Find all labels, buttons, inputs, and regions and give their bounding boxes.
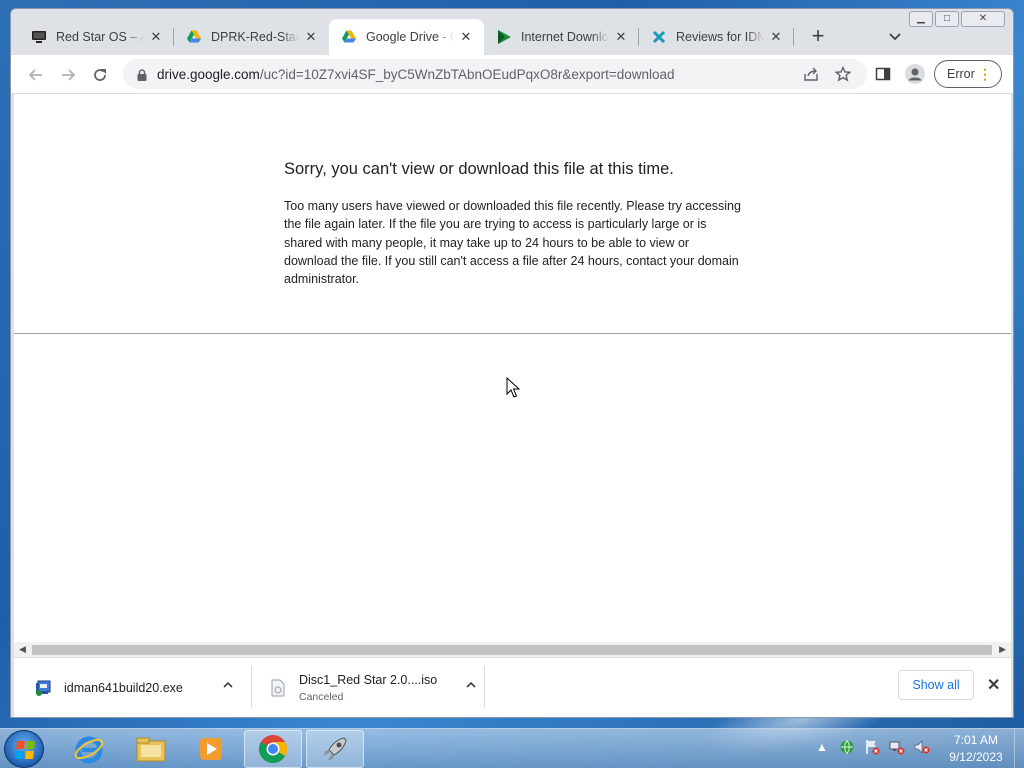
close-icon[interactable]: ✕	[303, 29, 319, 45]
download-filename: Disc1_Red Star 2.0....iso	[299, 673, 438, 687]
chrome-icon	[259, 735, 287, 763]
google-drive-icon	[186, 29, 202, 45]
minimize-button[interactable]: ▁	[909, 11, 933, 27]
scrollbar-thumb[interactable]	[32, 645, 992, 655]
tab-strip: Red Star OS – An ✕ DPRK-Red-Star.is ✕ Go…	[19, 19, 794, 55]
network-icon[interactable]	[889, 739, 905, 755]
error-label: Error	[947, 67, 975, 81]
tab-reviews-idm[interactable]: Reviews for IDM ✕	[639, 19, 794, 55]
error-menu-button[interactable]: Error ⋮	[934, 60, 1002, 88]
action-center-flag-icon[interactable]	[864, 739, 880, 755]
rocket-app-taskbar-button[interactable]	[306, 730, 364, 768]
windows-logo-icon	[15, 741, 35, 759]
show-all-button[interactable]: Show all	[898, 670, 974, 700]
share-icon[interactable]	[803, 66, 819, 82]
back-arrow-icon[interactable]	[27, 66, 45, 84]
new-tab-plus-icon[interactable]: +	[806, 25, 830, 49]
start-button[interactable]	[4, 730, 44, 768]
close-icon[interactable]: ✕	[458, 29, 474, 45]
tab-title: Red Star OS – An	[56, 30, 144, 44]
lock-icon[interactable]	[137, 68, 147, 81]
explorer-taskbar-button[interactable]	[122, 730, 180, 768]
system-tray: ▲	[814, 739, 930, 755]
show-hidden-icons-icon[interactable]: ▲	[814, 739, 830, 755]
network-globe-icon[interactable]	[839, 739, 855, 755]
mouse-cursor-icon	[506, 376, 521, 404]
browser-toolbar: drive.google.com/uc?id=10Z7xvi4SF_byC5Wn…	[11, 55, 1013, 93]
maximize-button[interactable]: □	[935, 11, 959, 27]
download-separator	[251, 666, 252, 708]
chrome-taskbar-button[interactable]	[244, 730, 302, 768]
download-item[interactable]: idman641build20.exe	[34, 664, 244, 712]
play-triangle-icon	[496, 29, 512, 45]
iso-file-icon	[269, 679, 287, 697]
folder-icon	[136, 737, 166, 762]
close-window-button[interactable]: ✕	[961, 11, 1005, 27]
internet-explorer-taskbar-button[interactable]	[60, 730, 118, 768]
download-filename: idman641build20.exe	[64, 681, 183, 695]
rocket-icon	[324, 737, 347, 760]
volume-muted-icon[interactable]	[914, 739, 930, 755]
downloads-bar: idman641build20.exe Disc1_Red Star 2.0..…	[14, 657, 1011, 717]
divider	[14, 333, 1011, 334]
tab-internet-download[interactable]: Internet Downloa ✕	[484, 19, 639, 55]
internet-explorer-icon	[74, 736, 104, 764]
close-icon[interactable]: ✕	[613, 29, 629, 45]
title-bar: Red Star OS – An ✕ DPRK-Red-Star.is ✕ Go…	[11, 9, 1013, 55]
chevron-up-icon[interactable]	[222, 679, 234, 694]
window-controls: ▁ □ ✕	[909, 11, 1005, 27]
url-host: drive.google.com	[157, 66, 260, 82]
horizontal-scrollbar[interactable]: ◀ ▶	[14, 642, 1011, 658]
error-message: Sorry, you can't view or download this f…	[284, 160, 744, 288]
profile-avatar-icon[interactable]	[905, 64, 925, 84]
tab-title: Google Drive - Q	[366, 30, 454, 44]
side-panel-icon[interactable]	[875, 66, 891, 82]
scroll-left-arrow-icon[interactable]: ◀	[19, 644, 26, 655]
chrome-window: Red Star OS – An ✕ DPRK-Red-Star.is ✕ Go…	[10, 8, 1014, 718]
tab-separator	[793, 28, 794, 46]
taskbar: ▲ 7:01 AM 9/12/2023	[0, 728, 1024, 768]
clock-time: 7:01 AM	[953, 733, 999, 747]
chevron-down-icon[interactable]	[887, 29, 903, 45]
chevron-up-icon[interactable]	[465, 679, 477, 694]
download-item[interactable]: Disc1_Red Star 2.0....iso Canceled	[269, 664, 484, 712]
tab-google-drive[interactable]: Google Drive - Q ✕	[329, 19, 484, 55]
page-content: Sorry, you can't view or download this f…	[14, 93, 1011, 658]
close-icon[interactable]: ✕	[148, 29, 164, 45]
media-player-icon	[200, 738, 222, 760]
url-text: drive.google.com/uc?id=10Z7xvi4SF_byC5Wn…	[157, 67, 675, 82]
puzzle-icon	[651, 29, 667, 45]
download-text: Disc1_Red Star 2.0....iso Canceled	[299, 673, 437, 703]
monitor-icon	[31, 29, 47, 45]
tab-red-star-os[interactable]: Red Star OS – An ✕	[19, 19, 174, 55]
more-vertical-icon: ⋮	[978, 66, 992, 82]
tab-title: Internet Downloa	[521, 30, 609, 44]
media-player-taskbar-button[interactable]	[182, 730, 240, 768]
error-body: Too many users have viewed or downloaded…	[284, 199, 741, 287]
download-status: Canceled	[299, 691, 344, 703]
exe-file-icon	[34, 679, 52, 697]
tab-title: DPRK-Red-Star.is	[211, 30, 299, 44]
address-bar[interactable]: drive.google.com/uc?id=10Z7xvi4SF_byC5Wn…	[123, 59, 867, 89]
download-separator	[484, 666, 485, 708]
scroll-right-arrow-icon[interactable]: ▶	[999, 644, 1006, 655]
clock-date: 9/12/2023	[949, 750, 1003, 764]
clock[interactable]: 7:01 AM 9/12/2023	[938, 732, 1014, 766]
google-drive-icon	[341, 29, 357, 45]
url-path: /uc?id=10Z7xvi4SF_byC5WnZbTAbnOEudPqxO8r…	[259, 66, 675, 82]
close-icon[interactable]: ✕	[768, 29, 784, 45]
forward-arrow-icon[interactable]	[59, 66, 77, 84]
close-icon[interactable]: ✕	[987, 675, 1000, 695]
tab-dprk-red-star[interactable]: DPRK-Red-Star.is ✕	[174, 19, 329, 55]
reload-icon[interactable]	[91, 66, 109, 84]
show-desktop-button[interactable]	[1014, 729, 1024, 768]
tab-title: Reviews for IDM	[676, 30, 764, 44]
star-bookmark-icon[interactable]	[834, 65, 852, 82]
error-heading: Sorry, you can't view or download this f…	[284, 160, 674, 178]
